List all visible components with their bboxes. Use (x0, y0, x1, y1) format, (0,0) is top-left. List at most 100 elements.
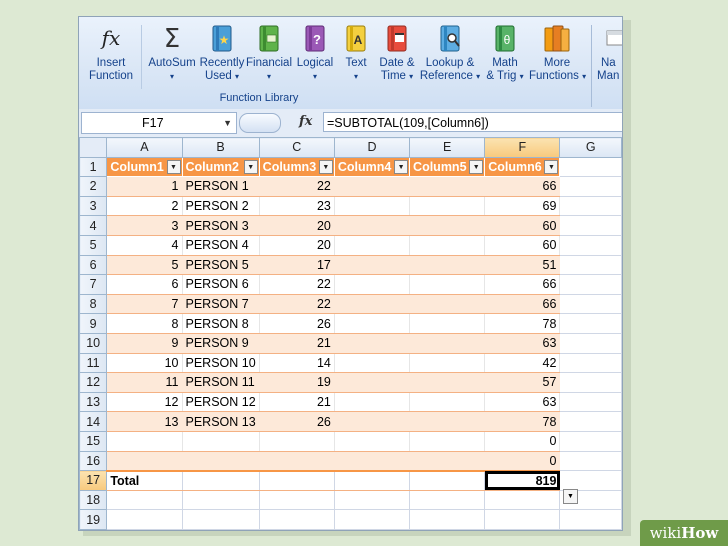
cell[interactable] (559, 332, 622, 354)
row-header[interactable]: 11 (79, 352, 108, 374)
row-header-selected[interactable]: 17 (79, 470, 108, 491)
lookup-reference-button[interactable]: Lookup & Reference ▾ (419, 23, 481, 93)
cell[interactable] (559, 234, 622, 256)
financial-button[interactable]: Financial ▾ (245, 23, 293, 93)
cell-column3[interactable] (258, 450, 335, 472)
cell-column3[interactable]: 21 (258, 391, 335, 413)
cell-column6[interactable]: 69 (484, 195, 561, 217)
cell-column5[interactable] (409, 391, 486, 413)
cell-column3[interactable]: 19 (258, 372, 335, 393)
row-header[interactable]: 5 (79, 234, 108, 256)
row-header[interactable]: 1 (79, 156, 108, 178)
chevron-down-icon[interactable]: ▼ (223, 113, 232, 133)
row-header[interactable]: 19 (79, 509, 108, 530)
cell-column3[interactable]: 14 (258, 352, 335, 374)
cell-column6[interactable]: 63 (484, 391, 561, 413)
cell-column4[interactable] (333, 450, 411, 472)
row-header[interactable]: 4 (79, 215, 108, 236)
column-header[interactable]: D (333, 137, 411, 158)
cell-column3[interactable]: 21 (258, 332, 335, 354)
cell[interactable] (559, 313, 622, 334)
cell-column4[interactable] (333, 293, 411, 315)
cell-column5[interactable] (409, 352, 486, 374)
name-box[interactable]: F17 ▼ (81, 112, 237, 134)
cell-column2[interactable] (181, 430, 260, 452)
cell-column5[interactable] (409, 332, 486, 354)
logical-button[interactable]: ? Logical ▾ (293, 23, 337, 93)
cell-column1[interactable]: 2 (106, 195, 183, 217)
cell-column3[interactable]: 26 (258, 411, 335, 432)
total-value-cell[interactable]: 819 (484, 469, 561, 491)
row-header[interactable]: 10 (79, 332, 108, 354)
cell-column4[interactable] (333, 372, 411, 393)
cell-column2[interactable]: PERSON 11 (181, 372, 260, 393)
row-header[interactable]: 12 (79, 372, 108, 393)
cell[interactable] (333, 489, 411, 511)
cell[interactable] (559, 195, 622, 217)
row-header[interactable]: 9 (79, 313, 108, 334)
cell-column1[interactable]: 4 (106, 234, 183, 256)
cell-column6[interactable]: 63 (484, 332, 561, 354)
cell-column1[interactable]: 10 (106, 352, 183, 374)
cell[interactable] (559, 470, 622, 491)
cell-column4[interactable] (333, 274, 411, 295)
cell[interactable] (559, 430, 622, 452)
cell-column4[interactable] (333, 352, 411, 374)
cell[interactable] (106, 489, 183, 511)
cell-column5[interactable] (409, 274, 486, 295)
text-button[interactable]: A Text ▾ (337, 23, 375, 93)
cell-column5[interactable] (409, 254, 486, 276)
cell-column1[interactable]: 6 (106, 274, 183, 295)
cell-column1[interactable]: 7 (106, 293, 183, 315)
cell[interactable] (559, 254, 622, 276)
cell-column5[interactable] (409, 176, 486, 197)
cell-column2[interactable]: PERSON 3 (181, 215, 260, 236)
row-header[interactable]: 14 (79, 411, 108, 432)
cell-column6[interactable]: 60 (484, 234, 561, 256)
cell[interactable] (181, 489, 260, 511)
cell-column2[interactable]: PERSON 2 (181, 195, 260, 217)
column-header-selected[interactable]: F (484, 137, 561, 158)
cell[interactable] (559, 293, 622, 315)
cell-column1[interactable]: 11 (106, 372, 183, 393)
cell[interactable] (484, 489, 561, 511)
more-functions-button[interactable]: More Functions ▾ (529, 23, 586, 93)
cell[interactable] (409, 489, 486, 511)
cell[interactable] (258, 469, 335, 491)
cell-column4[interactable] (333, 195, 411, 217)
cell-column2[interactable]: PERSON 8 (181, 313, 260, 334)
cell-column2[interactable]: PERSON 12 (181, 391, 260, 413)
autosum-button[interactable]: Σ AutoSum ▾ (145, 23, 199, 93)
cell-column5[interactable] (409, 313, 486, 334)
cell[interactable] (559, 372, 622, 393)
cell-column6[interactable]: 78 (484, 411, 561, 432)
cell-column2[interactable]: PERSON 7 (181, 293, 260, 315)
cell-column4[interactable] (333, 176, 411, 197)
insert-function-button[interactable]: fx Insert Function (83, 23, 139, 93)
cell-column3[interactable] (258, 430, 335, 452)
row-header[interactable]: 2 (79, 176, 108, 197)
row-header[interactable]: 6 (79, 254, 108, 276)
cell[interactable] (559, 391, 622, 413)
name-manager-button[interactable]: Na Man (597, 23, 622, 93)
cell[interactable] (409, 509, 486, 530)
cell[interactable] (559, 274, 622, 295)
filter-dropdown-icon[interactable]: ▼ (243, 159, 258, 174)
table-header-cell[interactable]: Column3 ▼ (258, 156, 335, 178)
cell[interactable] (559, 411, 622, 432)
cell[interactable] (333, 509, 411, 530)
cell[interactable] (559, 176, 622, 197)
filter-dropdown-icon[interactable]: ▼ (166, 159, 181, 174)
cell[interactable] (409, 469, 486, 491)
cell-column3[interactable]: 20 (258, 215, 335, 236)
cell-column3[interactable]: 20 (258, 234, 335, 256)
cell-column4[interactable] (333, 332, 411, 354)
row-header[interactable]: 16 (79, 450, 108, 472)
cell-column2[interactable] (181, 450, 260, 472)
cell-column6[interactable]: 66 (484, 176, 561, 197)
cell-column4[interactable] (333, 254, 411, 276)
cell-column1[interactable] (106, 430, 183, 452)
filter-dropdown-icon[interactable]: ▼ (394, 159, 409, 174)
cell-column2[interactable]: PERSON 6 (181, 274, 260, 295)
cell-column1[interactable]: 9 (106, 332, 183, 354)
